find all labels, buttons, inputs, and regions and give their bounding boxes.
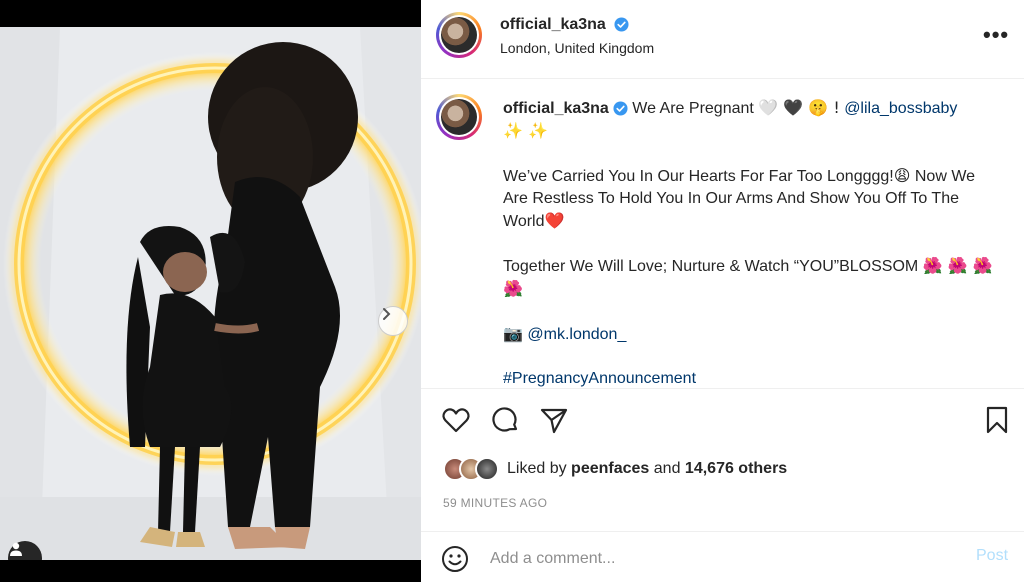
comment-bar: Post <box>421 531 1024 582</box>
next-slide-button[interactable] <box>378 306 408 336</box>
mention-link[interactable]: @lila_bossbaby <box>844 100 957 117</box>
caption-headline: We Are Pregnant <box>632 100 754 117</box>
and-label: and <box>653 460 681 477</box>
sparkles-emoji: ✨ ✨ <box>503 121 548 140</box>
caption-body: official_ka3na We Are Pregnant 🤍 🖤 🤫 ! @… <box>503 97 998 388</box>
post-details-panel: official_ka3na London, United Kingdom ••… <box>421 0 1024 582</box>
post-media <box>0 0 421 582</box>
paper-plane-icon[interactable] <box>538 404 570 436</box>
caption-section: official_ka3na We Are Pregnant 🤍 🖤 🤫 ! @… <box>421 79 1024 389</box>
verified-badge-icon <box>613 101 628 116</box>
chevron-right-icon <box>383 308 391 320</box>
person-icon <box>10 542 22 556</box>
caption-username[interactable]: official_ka3na <box>503 100 609 117</box>
bookmark-icon[interactable] <box>981 404 1013 436</box>
others-count-link[interactable]: 14,676 others <box>685 460 787 477</box>
smiley-icon[interactable] <box>441 545 469 573</box>
photo-illustration <box>0 27 421 560</box>
author-username[interactable]: official_ka3na <box>500 16 606 33</box>
likes-summary: Liked by peenfaces and 14,676 others <box>443 457 787 481</box>
post-photo[interactable] <box>0 27 421 560</box>
caption-author-avatar[interactable] <box>436 94 482 140</box>
weary-emoji: 😩 <box>893 166 911 185</box>
post-header: official_ka3na London, United Kingdom ••… <box>421 0 1024 79</box>
caption-headline-emojis: 🤍 🖤 🤫 ! <box>758 98 840 117</box>
verified-badge-icon <box>614 17 629 32</box>
comment-icon[interactable] <box>489 404 521 436</box>
camera-emoji: 📷 <box>503 324 523 343</box>
post-location[interactable]: London, United Kingdom <box>500 40 654 56</box>
heart-emoji: ❤️ <box>544 211 565 230</box>
caption-paragraph: We’ve Carried You In Our Hearts For Far … <box>503 168 894 185</box>
liked-by-label: Liked by <box>507 460 567 477</box>
action-bar <box>421 400 1024 444</box>
post-timestamp[interactable]: 59 MINUTES AGO <box>443 496 547 510</box>
liked-by-user-link[interactable]: peenfaces <box>571 460 649 477</box>
heart-icon[interactable] <box>440 404 472 436</box>
caption-paragraph: Together We Will Love; Nurture & Watch “… <box>503 258 919 275</box>
more-options-button[interactable]: ••• <box>983 22 1009 48</box>
hashtag-link[interactable]: #PregnancyAnnouncement <box>503 370 696 387</box>
liker-avatar[interactable] <box>475 457 499 481</box>
comment-input[interactable] <box>490 547 950 571</box>
post-comment-button[interactable]: Post <box>976 547 1008 565</box>
author-avatar[interactable] <box>436 12 482 58</box>
photographer-mention-link[interactable]: @mk.london_ <box>527 326 626 343</box>
